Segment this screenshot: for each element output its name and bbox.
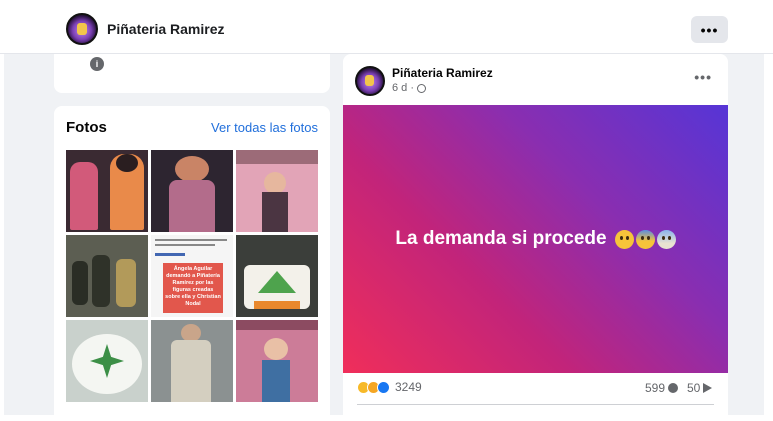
photo-tile[interactable] [236, 320, 318, 402]
reaction-count: 3249 [395, 380, 422, 394]
photo-tile[interactable] [151, 150, 233, 232]
page-title[interactable]: Piñateria Ramirez [107, 21, 225, 37]
photo-tile-news-article[interactable]: Ángela Aguilar demandó a Piñatería Ramír… [151, 235, 233, 317]
page-avatar[interactable] [66, 13, 98, 45]
comment-icon [668, 383, 679, 393]
reactions-summary[interactable]: 3249 [357, 380, 422, 394]
info-icon[interactable]: i [90, 57, 104, 71]
photo-tile[interactable] [236, 150, 318, 232]
share-icon [703, 383, 713, 393]
page-header-bar: Piñateria Ramirez ••• [0, 0, 773, 54]
post-stats-row: 3249 599 50 [343, 376, 728, 398]
photo-tile[interactable] [236, 235, 318, 317]
comment-count: 599 [645, 381, 666, 395]
photo-tile[interactable] [66, 235, 148, 317]
photo-tile[interactable] [151, 320, 233, 402]
photo-tile[interactable] [66, 150, 148, 232]
share-count-link[interactable]: 50 [687, 381, 713, 395]
photos-card: Fotos Ver todas las fotos Ángela Aguilar… [54, 106, 330, 415]
see-all-photos-link[interactable]: Ver todas las fotos [211, 120, 318, 135]
flushed-face-icon [614, 229, 634, 249]
intro-card: i [54, 54, 330, 93]
post-emoji-row [614, 229, 676, 249]
post-text-banner[interactable]: La demanda si procede [343, 105, 728, 373]
stats-divider [357, 404, 714, 405]
more-options-button[interactable]: ••• [691, 16, 728, 43]
globe-icon [417, 83, 427, 93]
anxious-sweat-face-icon [635, 229, 655, 249]
post-more-button[interactable]: ••• [694, 69, 712, 85]
photo-grid: Ángela Aguilar demandó a Piñatería Ramír… [66, 150, 319, 402]
photo-tile[interactable] [66, 320, 148, 402]
news-article-headline: Ángela Aguilar demandó a Piñatería Ramír… [165, 266, 221, 307]
comment-count-link[interactable]: 599 [645, 381, 679, 395]
post-banner-text: La demanda si procede [395, 228, 607, 249]
photos-title: Fotos [66, 119, 107, 136]
screaming-face-icon [656, 229, 676, 249]
post-card: Piñateria Ramirez 6 d · ••• La demanda s… [343, 54, 728, 415]
post-author-name[interactable]: Piñateria Ramirez [392, 66, 493, 80]
post-author-avatar[interactable] [355, 66, 385, 96]
post-timestamp[interactable]: 6 d · [392, 82, 427, 94]
like-reaction-icon [377, 380, 390, 394]
post-time-text: 6 d · [392, 82, 415, 94]
share-count: 50 [687, 381, 701, 395]
